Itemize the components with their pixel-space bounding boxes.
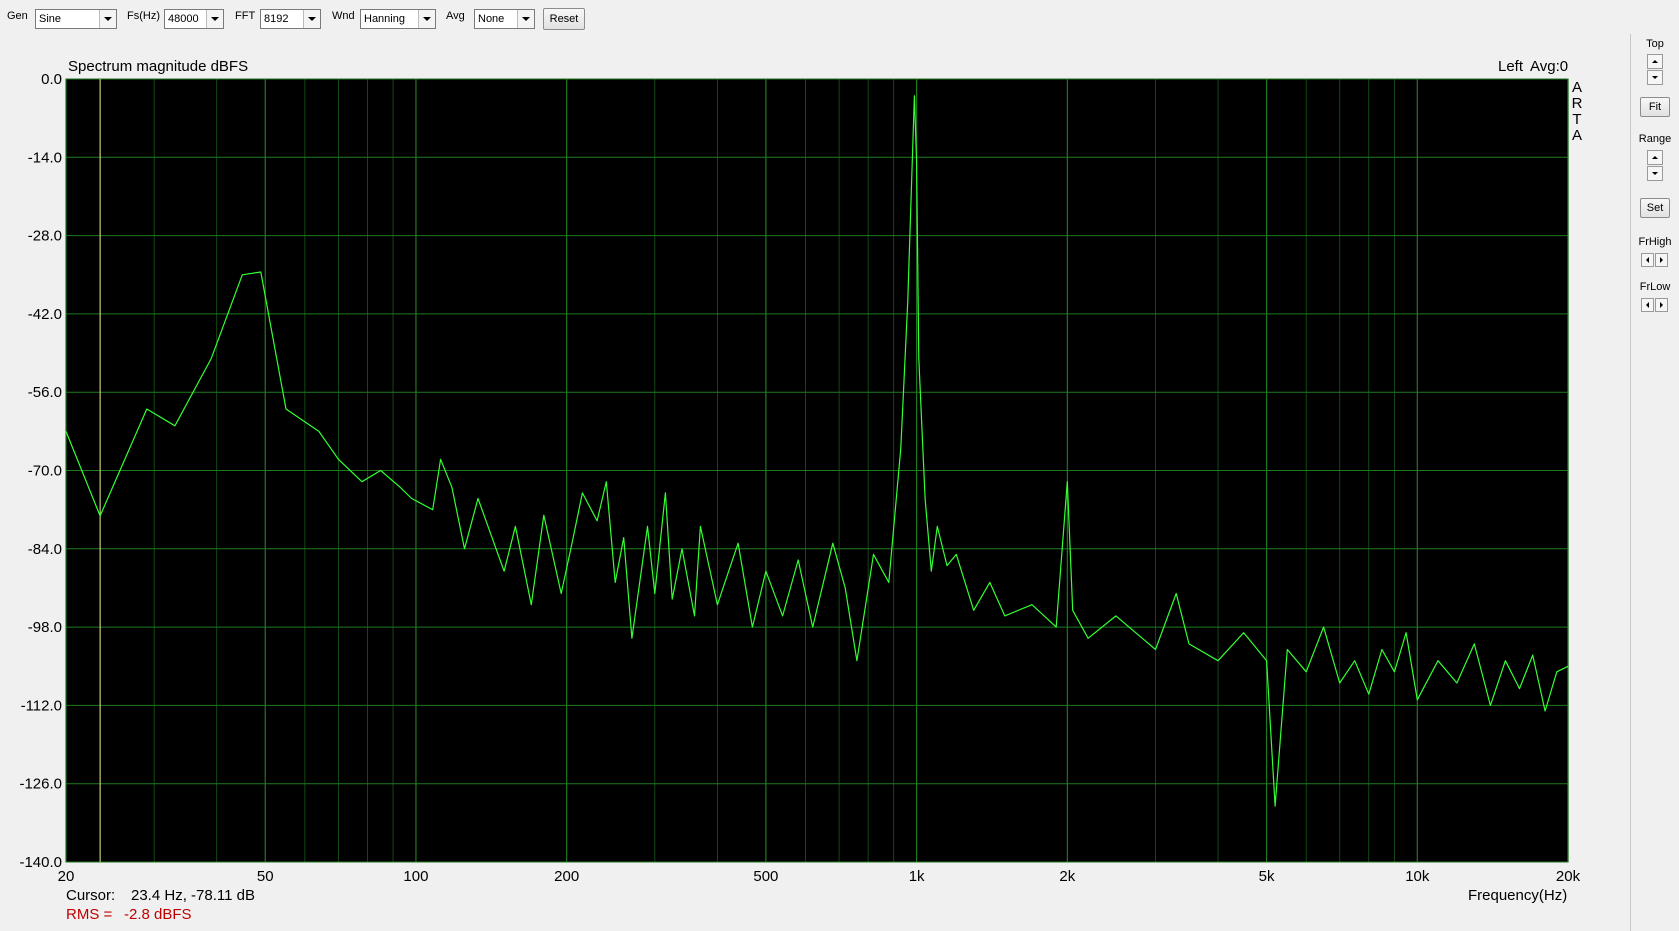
y-tick-label: -98.0 <box>28 619 62 636</box>
y-tick-label: -42.0 <box>28 306 62 323</box>
rms-label: RMS = <box>66 906 113 923</box>
y-tick-label: -56.0 <box>28 384 62 401</box>
y-tick-label: -70.0 <box>28 463 62 480</box>
frhigh-left-icon[interactable] <box>1641 253 1654 267</box>
x-tick-label: 20k <box>1556 868 1581 885</box>
range-down-icon[interactable] <box>1647 166 1663 181</box>
top-up-icon[interactable] <box>1647 54 1663 69</box>
frlow-left-icon[interactable] <box>1641 298 1654 312</box>
fit-button[interactable]: Fit <box>1640 97 1670 117</box>
arta-logo: A R T A <box>1571 80 1583 144</box>
brand-letter: A <box>1571 127 1582 144</box>
y-tick-label: 0.0 <box>41 71 62 88</box>
y-tick-label: -140.0 <box>19 854 62 871</box>
x-tick-label: 2k <box>1059 868 1075 885</box>
avg-status: Avg:0 <box>1530 58 1569 75</box>
plot-title: Spectrum magnitude dBFS <box>68 58 249 75</box>
x-tick-label: 10k <box>1405 868 1430 885</box>
frlow-right-icon[interactable] <box>1655 298 1668 312</box>
x-tick-label: 100 <box>403 868 428 885</box>
x-tick-label: 1k <box>909 868 925 885</box>
set-button[interactable]: Set <box>1640 198 1670 218</box>
y-tick-label: -84.0 <box>28 541 62 558</box>
y-tick-label: -126.0 <box>19 776 62 793</box>
x-tick-label: 50 <box>257 868 274 885</box>
frhigh-right-icon[interactable] <box>1655 253 1668 267</box>
cursor-readout: 23.4 Hz, -78.11 dB <box>131 887 255 904</box>
x-tick-label: 500 <box>753 868 778 885</box>
cursor-label: Cursor: <box>66 887 116 904</box>
control-panel: Top Fit Range Set FrHigh FrLow <box>1631 34 1679 931</box>
spectrum-chart[interactable]: 0.0 -14.0 -28.0 -42.0 -56.0 -70.0 -84.0 -98.0 -1… <box>0 0 1630 931</box>
top-label: Top <box>1646 38 1664 50</box>
range-up-icon[interactable] <box>1647 150 1663 165</box>
x-tick-label: 200 <box>554 868 579 885</box>
range-label: Range <box>1638 133 1672 145</box>
y-tick-label: -28.0 <box>28 228 62 245</box>
brand-letter: A <box>1571 79 1582 96</box>
x-axis-title: Frequency(Hz) <box>1468 887 1568 904</box>
brand-letter: T <box>1572 111 1582 128</box>
frlow-label: FrLow <box>1639 281 1671 293</box>
frhigh-label: FrHigh <box>1638 236 1672 248</box>
x-tick-label: 20 <box>58 868 75 885</box>
y-tick-label: -14.0 <box>28 149 62 166</box>
x-tick-label: 5k <box>1259 868 1275 885</box>
channel-label: Left <box>1498 58 1524 75</box>
rms-readout: -2.8 dBFS <box>124 906 192 923</box>
top-down-icon[interactable] <box>1647 70 1663 85</box>
y-tick-label: -112.0 <box>21 697 62 714</box>
brand-letter: R <box>1571 95 1583 112</box>
